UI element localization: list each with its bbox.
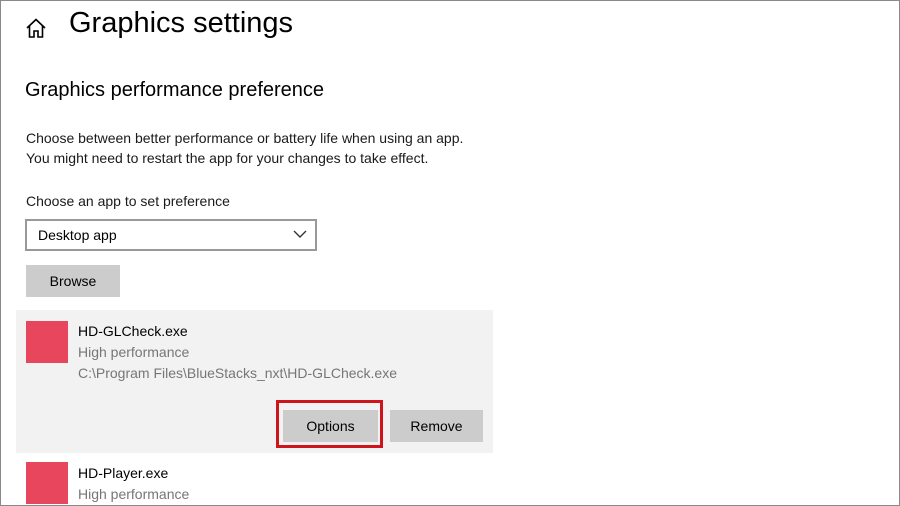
remove-button[interactable]: Remove <box>390 410 483 442</box>
settings-window: Graphics settings Graphics performance p… <box>0 0 900 506</box>
app-type-selected: Desktop app <box>38 227 117 243</box>
description-line-1: Choose between better performance or bat… <box>26 130 464 146</box>
app-name: HD-Player.exe <box>78 465 169 481</box>
section-description: Choose between better performance or bat… <box>26 128 463 168</box>
app-card-hd-player[interactable]: HD-Player.exe High performance <box>16 453 493 505</box>
app-preference: High performance <box>78 486 190 502</box>
app-path: C:\Program Files\BlueStacks_nxt\HD-GLChe… <box>78 365 397 381</box>
description-line-2: You might need to restart the app for yo… <box>26 150 429 166</box>
app-name: HD-GLCheck.exe <box>78 323 188 339</box>
app-icon <box>26 462 68 504</box>
options-button[interactable]: Options <box>283 410 378 442</box>
app-icon <box>26 321 68 363</box>
page-title: Graphics settings <box>69 7 294 39</box>
section-title: Graphics performance preference <box>25 79 325 101</box>
app-preference: High performance <box>78 344 190 360</box>
home-icon[interactable] <box>25 17 47 39</box>
browse-button[interactable]: Browse <box>26 265 120 297</box>
app-type-dropdown[interactable]: Desktop app <box>25 219 317 251</box>
chevron-down-icon <box>293 230 307 238</box>
app-picker-label: Choose an app to set preference <box>26 193 230 209</box>
app-card-hd-glcheck[interactable]: HD-GLCheck.exe High performance C:\Progr… <box>16 310 493 453</box>
